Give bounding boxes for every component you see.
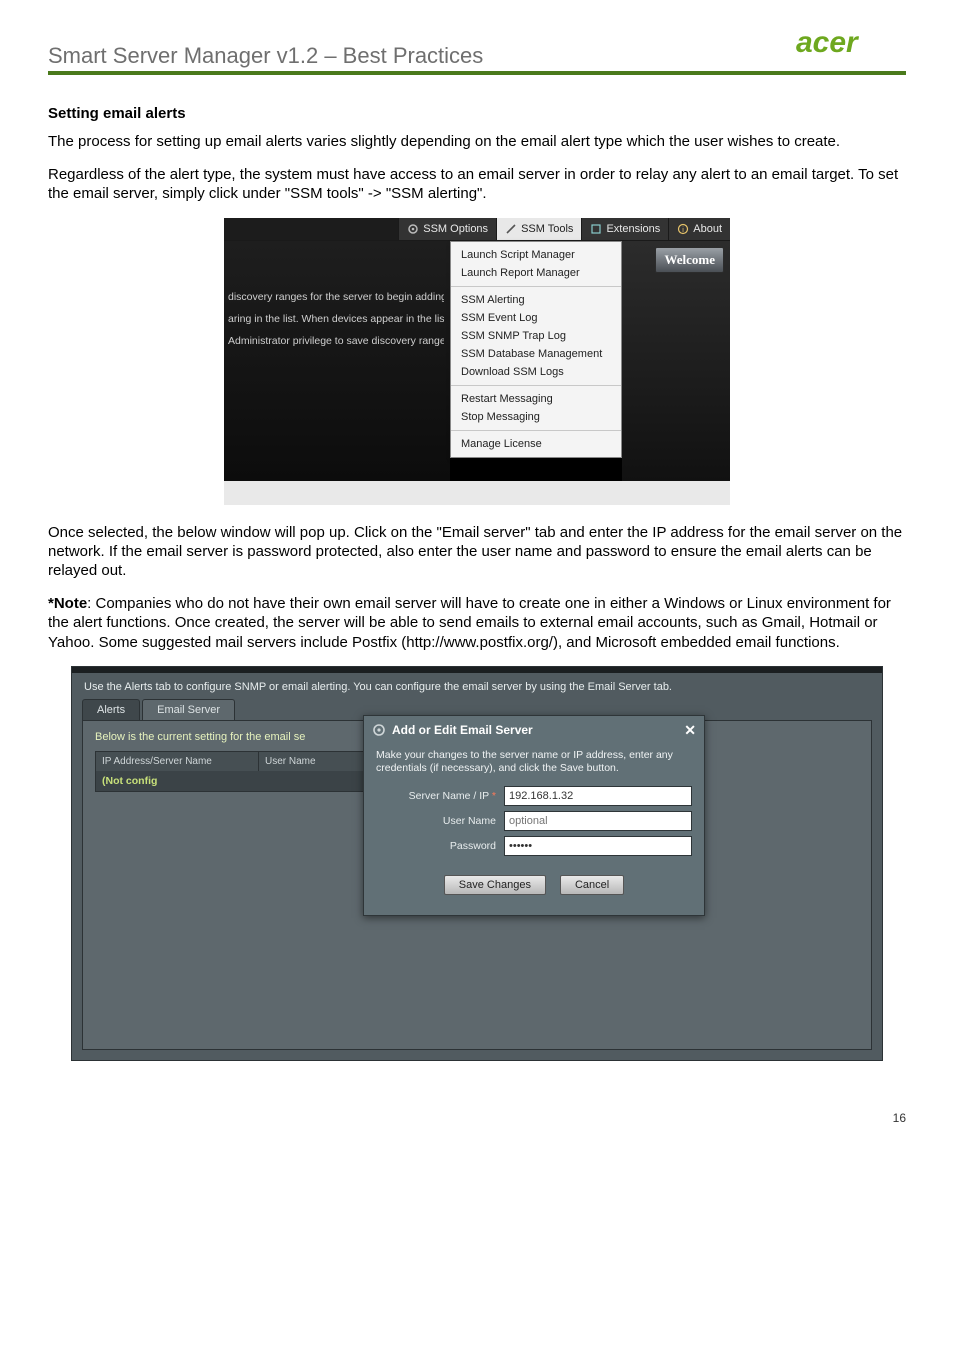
cancel-button[interactable]: Cancel — [560, 875, 624, 895]
input-user-name[interactable] — [504, 811, 692, 831]
bg-text-line: aring in the list. When devices appear i… — [228, 313, 444, 325]
table-header-user: User Name — [259, 752, 376, 771]
paragraph-2: Regardless of the alert type, the system… — [48, 165, 906, 203]
menu-label: SSM Options — [423, 223, 488, 235]
menu-ssm-tools[interactable]: SSM Tools — [496, 218, 581, 240]
extensions-icon — [590, 223, 602, 235]
note-text: : Companies who do not have their own em… — [48, 595, 891, 650]
menubar: SSM Options SSM Tools Extensions i About — [224, 218, 730, 241]
dropdown-item-ssm-event-log[interactable]: SSM Event Log — [451, 309, 621, 327]
menu-label: Extensions — [606, 223, 660, 235]
table-row[interactable]: (Not config — [96, 771, 376, 791]
ssm-tools-dropdown: Launch Script Manager Launch Report Mana… — [450, 241, 622, 458]
acer-logo: acer — [796, 28, 906, 69]
save-changes-button[interactable]: Save Changes — [444, 875, 546, 895]
menu-label: About — [693, 223, 722, 235]
label-server-name-ip: Server Name / IP * — [376, 790, 504, 802]
input-server-name-ip[interactable] — [504, 786, 692, 806]
dropdown-item-download-ssm-logs[interactable]: Download SSM Logs — [451, 363, 621, 381]
dropdown-item-ssm-alerting[interactable]: SSM Alerting — [451, 291, 621, 309]
svg-text:acer: acer — [796, 28, 860, 58]
email-server-table: IP Address/Server Name User Name (Not co… — [95, 751, 377, 792]
screenshot-email-server-dialog: Use the Alerts tab to configure SNMP or … — [71, 666, 883, 1061]
about-icon: i — [677, 223, 689, 235]
bg-text-line: discovery ranges for the server to begin… — [228, 291, 444, 303]
tab-email-server[interactable]: Email Server — [142, 699, 235, 720]
menu-label: SSM Tools — [521, 223, 573, 235]
dropdown-item-launch-script-manager[interactable]: Launch Script Manager — [451, 246, 621, 264]
doc-title: Smart Server Manager v1.2 – Best Practic… — [48, 43, 483, 69]
dropdown-item-stop-messaging[interactable]: Stop Messaging — [451, 408, 621, 426]
close-icon[interactable]: ✕ — [684, 722, 696, 739]
modal-title-text: Add or Edit Email Server — [392, 723, 533, 737]
paragraph-3: Once selected, the below window will pop… — [48, 523, 906, 581]
dropdown-item-launch-report-manager[interactable]: Launch Report Manager — [451, 264, 621, 282]
screenshot-left-text: discovery ranges for the server to begin… — [224, 241, 450, 481]
welcome-badge: Welcome — [655, 247, 724, 273]
modal-instructions: Make your changes to the server name or … — [376, 749, 692, 776]
gear-icon — [372, 723, 386, 737]
page-number: 16 — [48, 1111, 906, 1125]
gear-icon — [407, 223, 419, 235]
table-header-ip: IP Address/Server Name — [96, 752, 259, 771]
tab-alerts[interactable]: Alerts — [82, 699, 140, 720]
doc-header: Smart Server Manager v1.2 – Best Practic… — [48, 28, 906, 75]
dropdown-item-restart-messaging[interactable]: Restart Messaging — [451, 390, 621, 408]
dropdown-item-ssm-snmp-trap-log[interactable]: SSM SNMP Trap Log — [451, 327, 621, 345]
input-password[interactable] — [504, 836, 692, 856]
tools-icon — [505, 223, 517, 235]
screenshot-ssm-tools-menu: SSM Options SSM Tools Extensions i About… — [224, 218, 730, 505]
dropdown-item-ssm-database-management[interactable]: SSM Database Management — [451, 345, 621, 363]
label-user-name: User Name — [376, 815, 504, 827]
section-heading: Setting email alerts — [48, 105, 906, 122]
label-password: Password — [376, 840, 504, 852]
menu-about[interactable]: i About — [668, 218, 730, 240]
menu-extensions[interactable]: Extensions — [581, 218, 668, 240]
paragraph-note: *Note: Companies who do not have their o… — [48, 594, 906, 652]
dropdown-item-manage-license[interactable]: Manage License — [451, 435, 621, 453]
add-edit-email-server-modal: Add or Edit Email Server ✕ Make your cha… — [363, 715, 705, 916]
panel-description: Use the Alerts tab to configure SNMP or … — [72, 673, 882, 699]
bg-text-line: Administrator privilege to save discover… — [228, 335, 444, 347]
menu-ssm-options[interactable]: SSM Options — [398, 218, 496, 240]
note-label: *Note — [48, 595, 87, 612]
paragraph-1: The process for setting up email alerts … — [48, 132, 906, 151]
table-cell-status: (Not config — [96, 771, 258, 791]
